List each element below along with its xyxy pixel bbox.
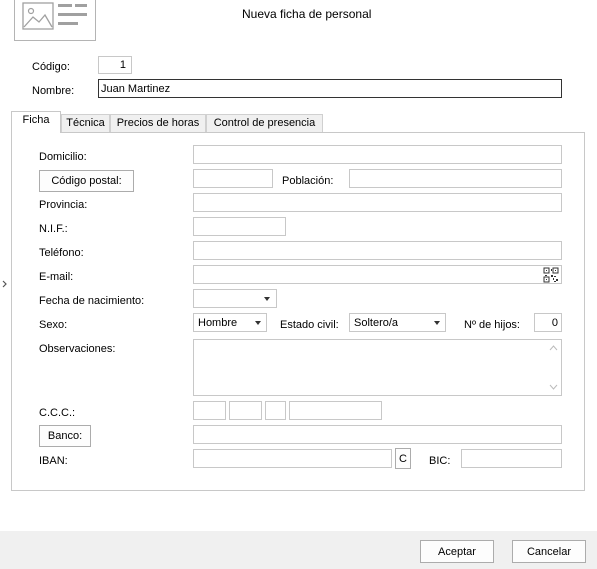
expand-arrow-icon[interactable] — [1, 278, 9, 290]
accept-button[interactable]: Aceptar — [420, 540, 494, 563]
chevron-down-icon — [264, 297, 270, 301]
cancel-button[interactable]: Cancelar — [512, 540, 586, 563]
chevron-down-icon — [255, 321, 261, 325]
chevron-down-icon — [434, 321, 440, 325]
poblacion-label: Población: — [282, 175, 334, 187]
banco-field[interactable] — [193, 425, 562, 444]
fecha-nacimiento-field[interactable] — [193, 289, 277, 308]
email-field[interactable] — [193, 265, 562, 284]
ccc-label: C.C.C.: — [39, 407, 76, 419]
ccc-cuenta-field[interactable] — [289, 401, 382, 420]
tab-ficha[interactable]: Ficha — [11, 111, 61, 133]
codigo-value: 1 — [119, 59, 126, 71]
iban-field[interactable] — [193, 449, 392, 468]
nif-field[interactable] — [193, 217, 286, 236]
tab-tecnica-label: Técnica — [66, 117, 105, 129]
window-title: Nueva ficha de personal — [242, 7, 372, 21]
codigo-field[interactable]: 1 — [98, 56, 132, 74]
codigo-label: Código: — [32, 61, 70, 73]
tab-control-presencia-label: Control de presencia — [213, 117, 316, 129]
tab-ficha-label: Ficha — [22, 114, 50, 126]
observaciones-textarea[interactable] — [193, 339, 562, 396]
form-picture-placeholder[interactable] — [14, 0, 96, 41]
dialog-footer — [0, 531, 597, 569]
fecha-nacimiento-label: Fecha de nacimiento: — [39, 295, 145, 307]
bic-label: BIC: — [429, 455, 451, 467]
banco-button[interactable]: Banco: — [39, 425, 91, 447]
tab-control-presencia[interactable]: Control de presencia — [206, 114, 323, 133]
nombre-label: Nombre: — [32, 85, 75, 97]
domicilio-field[interactable] — [193, 145, 562, 164]
provincia-label: Provincia: — [39, 199, 88, 211]
tab-precios-horas[interactable]: Precios de horas — [110, 114, 206, 133]
image-card-icon — [22, 2, 87, 30]
domicilio-label: Domicilio: — [39, 151, 87, 163]
num-hijos-value: 0 — [551, 317, 558, 329]
estado-civil-label: Estado civil: — [280, 319, 339, 331]
poblacion-field[interactable] — [349, 169, 562, 188]
num-hijos-field[interactable]: 0 — [534, 313, 562, 332]
estado-civil-value: Soltero/a — [354, 317, 399, 329]
provincia-field[interactable] — [193, 193, 562, 212]
chevron-down-icon[interactable] — [546, 381, 561, 393]
bic-field[interactable] — [461, 449, 562, 468]
qr-code-icon[interactable] — [543, 267, 559, 283]
chevron-up-icon[interactable] — [546, 342, 561, 354]
observaciones-label: Observaciones: — [39, 343, 116, 355]
sexo-value: Hombre — [198, 317, 238, 329]
telefono-label: Teléfono: — [39, 247, 84, 259]
telefono-field[interactable] — [193, 241, 562, 260]
sexo-label: Sexo: — [39, 319, 68, 331]
email-label: E-mail: — [39, 271, 74, 283]
estado-civil-select[interactable]: Soltero/a — [349, 313, 446, 332]
ccc-dc-field[interactable] — [265, 401, 286, 420]
nombre-field[interactable]: Juan Martinez — [98, 79, 562, 98]
iban-label: IBAN: — [39, 455, 68, 467]
codigo-postal-field[interactable] — [193, 169, 273, 188]
iban-calculate-button[interactable]: C — [395, 448, 411, 469]
nombre-value: Juan Martinez — [101, 83, 171, 95]
tab-precios-horas-label: Precios de horas — [116, 117, 200, 129]
sexo-select[interactable]: Hombre — [193, 313, 267, 332]
codigo-postal-button[interactable]: Código postal: — [39, 170, 134, 192]
observaciones-scrollbar[interactable] — [546, 340, 561, 395]
tab-tecnica[interactable]: Técnica — [61, 114, 110, 133]
ccc-entidad-field[interactable] — [193, 401, 226, 420]
nif-label: N.I.F.: — [39, 223, 68, 235]
ccc-oficina-field[interactable] — [229, 401, 262, 420]
num-hijos-label: Nº de hijos: — [464, 319, 520, 331]
